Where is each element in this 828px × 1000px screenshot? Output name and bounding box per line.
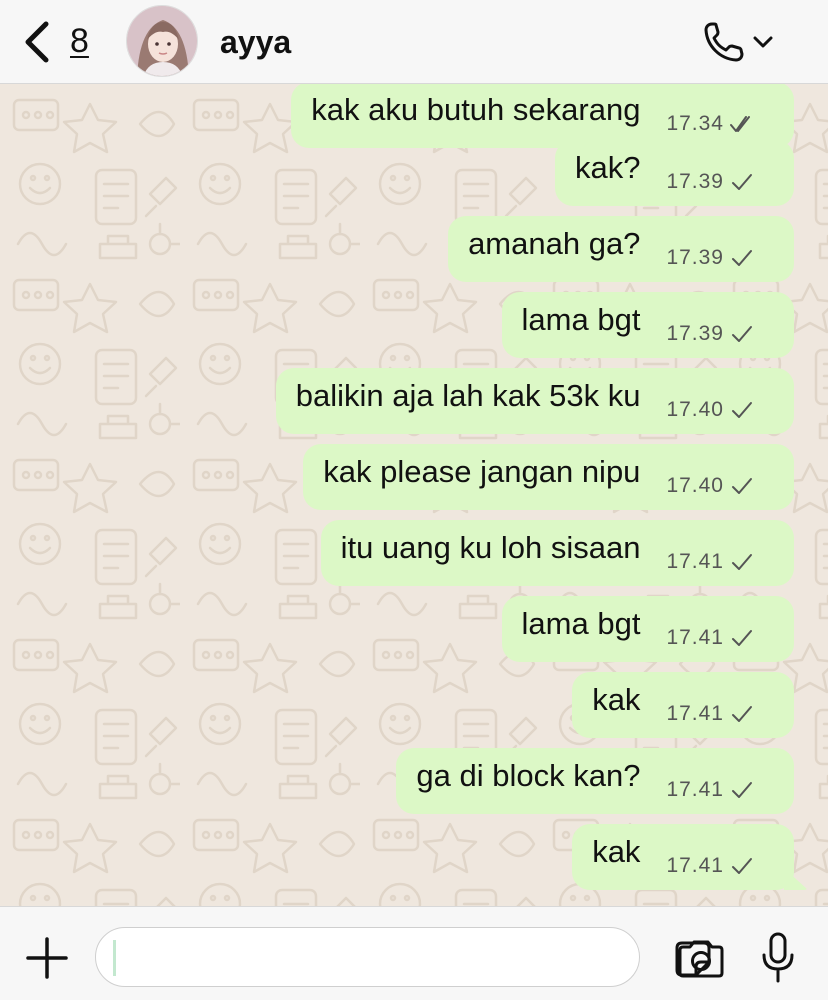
message-input[interactable] [95, 927, 711, 987]
message-text: itu uang ku loh sisaan [340, 530, 641, 565]
camera-icon [678, 940, 724, 978]
message-meta: 17.39 [666, 322, 754, 346]
message-text: lama bgt [521, 606, 641, 641]
message-bubble[interactable]: kak aku butuh sekarang 17.34 [291, 84, 794, 148]
composer-bar [0, 906, 828, 1000]
message-time: 17.41 [666, 702, 724, 725]
message-meta: 17.39 [666, 170, 754, 194]
back-button[interactable] [22, 20, 52, 64]
check-icon [732, 402, 752, 418]
check-icon [732, 630, 752, 646]
check-icon [732, 554, 752, 570]
chat-header: 8 ayya [0, 0, 828, 84]
message-time: 17.40 [666, 398, 724, 421]
message-bubble[interactable]: amanah ga? 17.39 [448, 216, 794, 282]
contact-name[interactable]: ayya [220, 24, 291, 61]
phone-icon [704, 22, 744, 62]
message-meta: 17.40 [666, 398, 754, 422]
chevron-left-icon [25, 21, 49, 63]
check-icon [732, 250, 752, 266]
message-time: 17.39 [666, 170, 724, 193]
message-meta: 17.41 [666, 854, 754, 878]
message-text: kak please jangan nipu [323, 454, 641, 489]
microphone-button[interactable] [760, 931, 796, 985]
microphone-icon [762, 932, 794, 983]
message-meta: 17.41 [666, 702, 754, 726]
message-text: balikin aja lah kak 53k ku [295, 378, 641, 413]
message-bubble[interactable]: kak please jangan nipu 17.40 [303, 444, 794, 510]
message-time: 17.41 [666, 854, 724, 877]
message-text: kak aku butuh sekarang [311, 92, 641, 127]
message-meta: 17.41 [666, 778, 754, 802]
call-button[interactable] [700, 18, 778, 66]
check-icon [732, 706, 752, 722]
attach-button[interactable] [24, 935, 70, 981]
message-bubble[interactable]: kak 17.41 [572, 672, 794, 738]
message-time: 17.39 [666, 322, 724, 345]
message-text: kak? [574, 150, 641, 185]
message-bubble[interactable]: lama bgt 17.41 [501, 596, 794, 662]
message-time: 17.41 [666, 626, 724, 649]
message-time: 17.34 [666, 112, 724, 135]
message-time: 17.40 [666, 474, 724, 497]
message-bubble[interactable]: ga di block kan? 17.41 [396, 748, 794, 814]
message-text: amanah ga? [468, 226, 641, 261]
message-bubble[interactable]: kak 17.41 [572, 824, 794, 890]
message-bubble[interactable]: itu uang ku loh sisaan 17.41 [320, 520, 794, 586]
check-icon [732, 782, 752, 798]
text-caret [113, 940, 116, 976]
message-bubble[interactable]: kak? 17.39 [554, 140, 794, 206]
message-meta: 17.34 [666, 112, 754, 136]
avatar[interactable] [126, 5, 198, 77]
message-list[interactable]: kak aku butuh sekarang 17.34 kak? 17.39 … [0, 84, 828, 906]
message-meta: 17.40 [666, 474, 754, 498]
check-icon [732, 174, 752, 190]
check-icon [732, 858, 752, 874]
message-text: kak [592, 834, 641, 869]
message-text: lama bgt [521, 302, 641, 337]
message-text: kak [592, 682, 641, 717]
message-bubble[interactable]: balikin aja lah kak 53k ku 17.40 [275, 368, 794, 434]
chevron-down-icon [753, 36, 773, 48]
message-meta: 17.41 [666, 626, 754, 650]
unread-count[interactable]: 8 [70, 22, 89, 61]
check-icon [732, 478, 752, 494]
message-time: 17.41 [666, 778, 724, 801]
message-time: 17.39 [666, 246, 724, 269]
check-icon [732, 326, 752, 342]
message-meta: 17.41 [666, 550, 754, 574]
plus-icon [26, 937, 68, 979]
double-check-icon [730, 116, 750, 132]
camera-button[interactable] [676, 939, 726, 979]
message-text: ga di block kan? [416, 758, 641, 793]
message-meta: 17.39 [666, 246, 754, 270]
message-bubble[interactable]: lama bgt 17.39 [501, 292, 794, 358]
message-time: 17.41 [666, 550, 724, 573]
